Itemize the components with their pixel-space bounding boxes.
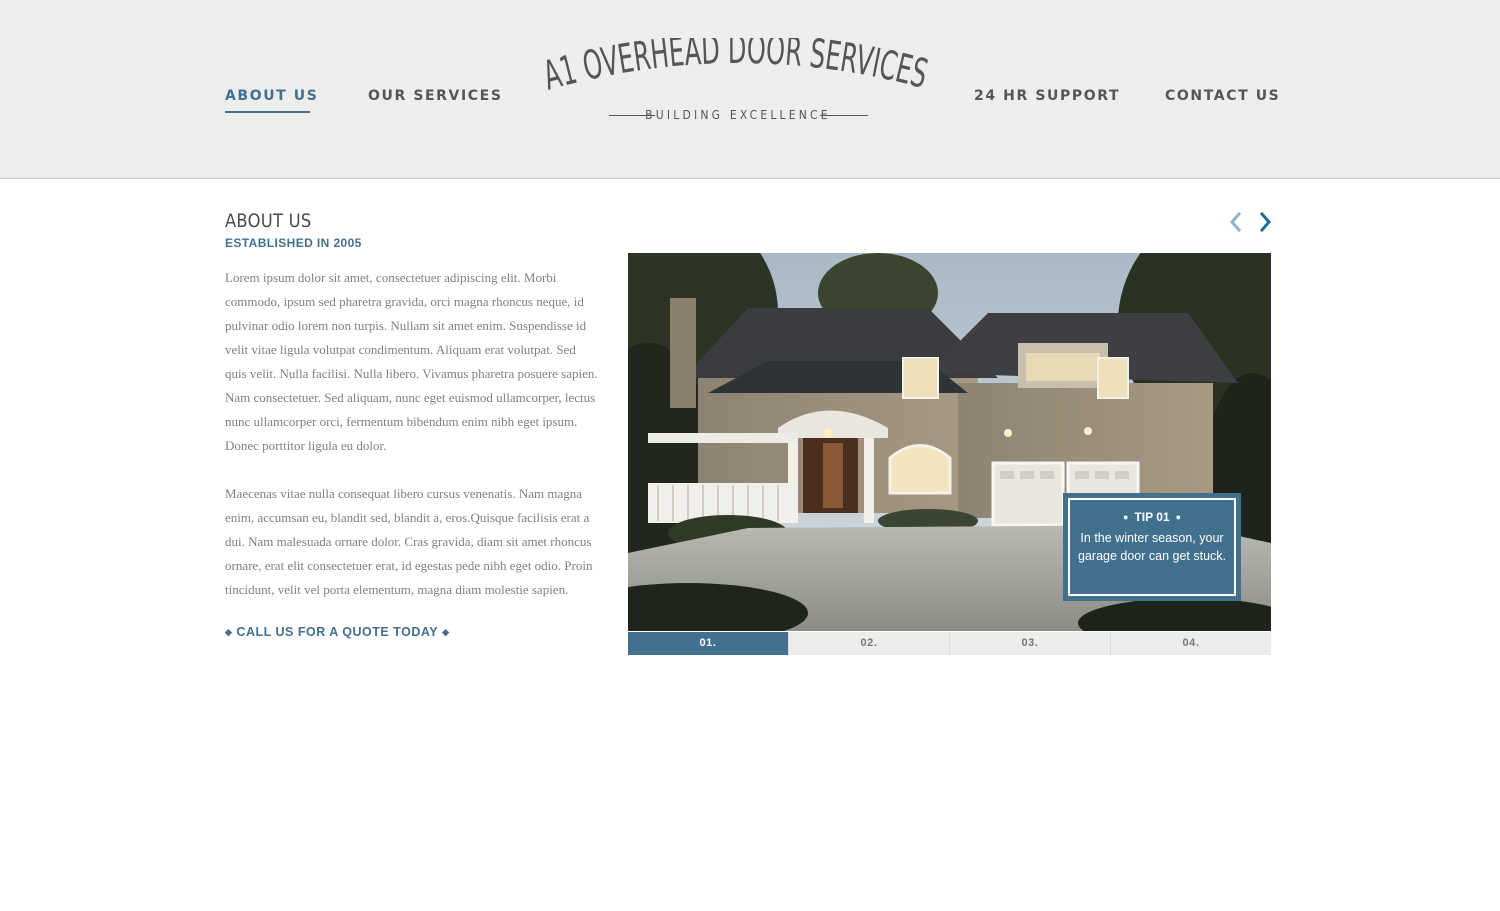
- logo-tagline: BUILDING EXCELLENCE: [645, 108, 831, 122]
- logo-wordmark: A1 OVERHEAD DOOR SERVICES: [542, 38, 932, 100]
- chevron-left-icon[interactable]: [1225, 210, 1247, 234]
- active-nav-underline: [225, 111, 310, 113]
- call-quote-link[interactable]: ◆ CALL US FOR A QUOTE TODAY ◆: [225, 625, 453, 639]
- site-header: ABOUT US OUR SERVICES A1 OVERHEAD DOOR S…: [0, 0, 1500, 179]
- page-title: ABOUT US: [225, 210, 312, 232]
- tip-title-label: TIP 01: [1134, 510, 1170, 524]
- nav-24hr-support[interactable]: 24 HR SUPPORT: [974, 88, 1120, 104]
- slider-page-3[interactable]: 03.: [949, 632, 1110, 655]
- tip-frame: ● TIP 01 ● In the winter season, your gara…: [1068, 498, 1236, 596]
- tip-box: ● TIP 01 ● In the winter season, your gara…: [1063, 493, 1241, 601]
- nav-our-services[interactable]: OUR SERVICES: [368, 88, 503, 104]
- nav-about-us[interactable]: ABOUT US: [225, 88, 318, 104]
- page-subtitle: ESTABLISHED IN 2005: [225, 236, 362, 250]
- about-paragraph-1: Lorem ipsum dolor sit amet, consectetuer…: [225, 270, 598, 453]
- bullet-icon: ●: [1175, 512, 1181, 522]
- chevron-right-icon[interactable]: [1255, 210, 1277, 234]
- svg-text:A1 OVERHEAD DOOR SERVICES: A1 OVERHEAD DOOR SERVICES: [542, 38, 932, 100]
- slider-pager: 01. 02. 03. 04.: [628, 632, 1271, 655]
- slider-page-1[interactable]: 01.: [628, 632, 788, 655]
- about-paragraph-2: Maecenas vitae nulla consequat libero cu…: [225, 486, 593, 597]
- bullet-icon: ●: [1122, 512, 1129, 522]
- slider-page-2[interactable]: 02.: [788, 632, 949, 655]
- site-logo[interactable]: A1 OVERHEAD DOOR SERVICES BUILDING EXCEL…: [542, 38, 934, 130]
- slider-page-4[interactable]: 04.: [1110, 632, 1271, 655]
- cta-label: CALL US FOR A QUOTE TODAY: [236, 625, 439, 639]
- logo-rule-right: [820, 115, 868, 116]
- tip-title: ● TIP 01 ●: [1070, 510, 1234, 524]
- tip-text: In the winter season, your garage door c…: [1078, 531, 1227, 563]
- nav-contact-us[interactable]: CONTACT US: [1165, 88, 1280, 104]
- bullet-icon: ◆: [225, 627, 233, 637]
- bullet-icon: ◆: [442, 627, 450, 637]
- logo-title: A1 OVERHEAD DOOR SERVICES: [542, 38, 932, 100]
